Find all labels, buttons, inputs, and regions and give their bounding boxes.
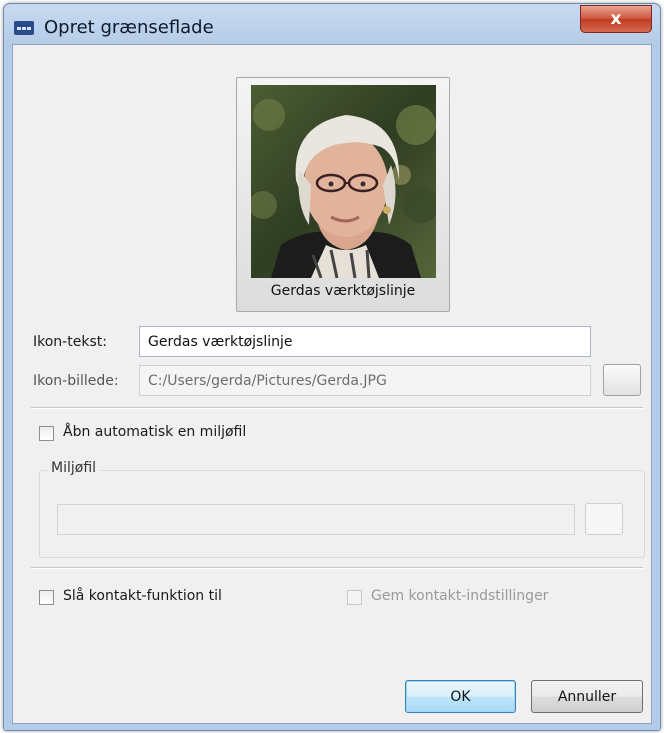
avatar-photo [251, 85, 436, 278]
icon-text-input[interactable] [139, 326, 591, 357]
separator-bottom [31, 567, 643, 569]
separator-top [31, 407, 643, 409]
portrait-image [251, 85, 436, 278]
dialog-client-area: Gerdas værktøjslinje Ikon-tekst: Ikon-bi… [12, 44, 652, 724]
environment-file-path-field [57, 504, 575, 535]
auto-open-environment-checkbox[interactable] [39, 426, 54, 441]
icon-image-path-field[interactable] [139, 365, 591, 396]
window-title: Opret grænseflade [44, 17, 214, 38]
save-contact-settings-checkbox [347, 590, 362, 605]
browse-environment-file-button [585, 503, 623, 535]
icon-preview-button[interactable]: Gerdas værktøjslinje [236, 77, 450, 312]
icon-image-label: Ikon-billede: [33, 373, 119, 389]
title-bar[interactable]: Opret grænseflade x [4, 4, 660, 44]
icon-text-label: Ikon-tekst: [33, 334, 107, 350]
browse-icon-image-button[interactable] [603, 364, 641, 396]
dialog-window: Opret grænseflade x Gerdas værktøjslinje… [3, 3, 661, 731]
contact-function-label: Slå kontakt-funktion til [63, 588, 222, 604]
close-button[interactable]: x [580, 5, 652, 33]
ok-button[interactable]: OK [405, 680, 516, 713]
close-icon: x [610, 9, 622, 29]
environment-file-group-title: Miljøfil [47, 460, 101, 476]
contact-function-checkbox[interactable] [39, 590, 54, 605]
save-contact-settings-label: Gem kontakt-indstillinger [371, 588, 549, 604]
cancel-button[interactable]: Annuller [531, 680, 643, 713]
cancel-button-label: Annuller [557, 688, 617, 705]
icon-preview-caption: Gerdas værktøjslinje [270, 283, 416, 299]
ok-button-label: OK [450, 688, 471, 705]
app-icon [14, 21, 34, 35]
auto-open-environment-label: Åbn automatisk en miljøfil [63, 424, 247, 440]
